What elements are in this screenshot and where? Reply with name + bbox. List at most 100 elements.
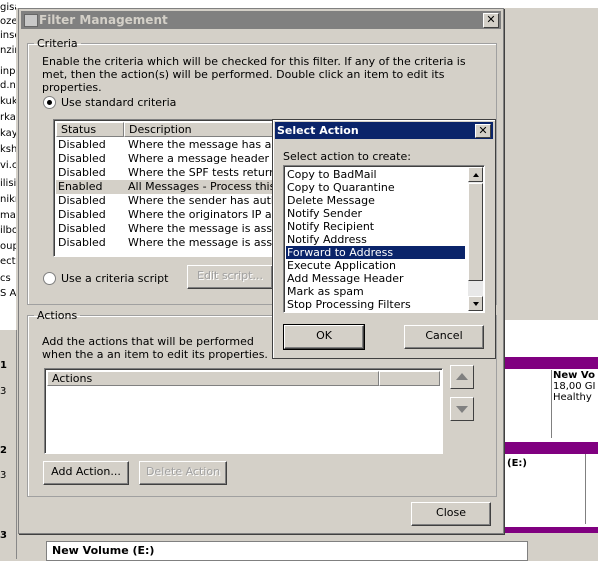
action-item[interactable]: Copy to Quarantine bbox=[286, 181, 465, 194]
criteria-script-label: Use a criteria script bbox=[61, 272, 169, 285]
criteria-row[interactable]: Disabled Where the message is associa bbox=[56, 236, 287, 250]
criteria-legend: Criteria bbox=[37, 37, 78, 50]
select-action-prompt: Select action to create: bbox=[283, 150, 411, 163]
criteria-row[interactable]: Disabled Where a message header con bbox=[56, 152, 287, 166]
disk-number: 1 bbox=[0, 360, 7, 371]
bg-text: rka bbox=[0, 112, 16, 123]
select-action-titlebar[interactable]: Select Action bbox=[275, 122, 493, 139]
criteria-script-radio[interactable] bbox=[43, 272, 56, 285]
add-action-button[interactable]: Add Action... bbox=[43, 461, 129, 485]
action-item[interactable]: Notify Sender bbox=[286, 207, 465, 220]
criteria-row[interactable]: Disabled Where the message is associa bbox=[56, 222, 287, 236]
bg-text: inpr bbox=[0, 66, 16, 77]
close-icon[interactable]: ✕ bbox=[475, 124, 491, 138]
arrow-down-icon bbox=[456, 406, 468, 413]
disk-volume-top: New Vo 18,00 GI Healthy bbox=[553, 370, 597, 430]
criteria-status: Disabled bbox=[58, 222, 106, 235]
action-list-scrollbar[interactable] bbox=[468, 167, 483, 311]
action-list[interactable]: Copy to BadMail Copy to Quarantine Delet… bbox=[283, 165, 485, 313]
partition-bar bbox=[497, 442, 598, 454]
action-item[interactable]: Mark as spam bbox=[286, 285, 465, 298]
volume-label: (E:) bbox=[507, 458, 527, 469]
criteria-row[interactable]: Disabled Where the originators IP addre bbox=[56, 208, 287, 222]
cancel-button[interactable]: Cancel bbox=[404, 325, 484, 349]
disk-number: 2 bbox=[0, 445, 7, 456]
criteria-status: Disabled bbox=[58, 138, 106, 151]
criteria-status: Disabled bbox=[58, 236, 106, 249]
delete-action-button[interactable]: Delete Action bbox=[139, 461, 227, 485]
chevron-down-icon bbox=[473, 302, 479, 306]
volume-size: 18,00 GI bbox=[553, 381, 596, 392]
disk-number: 3 bbox=[0, 530, 7, 541]
actions-column-header[interactable]: Actions bbox=[47, 371, 379, 386]
close-button[interactable]: Close bbox=[411, 502, 491, 526]
criteria-row[interactable]: Disabled Where the message has an att bbox=[56, 138, 287, 152]
actions-list[interactable]: Actions bbox=[44, 368, 443, 454]
action-item[interactable]: Execute Application bbox=[286, 259, 465, 272]
action-item[interactable]: Stop Processing Filters bbox=[286, 298, 465, 311]
criteria-desc: Where a message header con bbox=[128, 152, 274, 165]
bg-text: kuk bbox=[0, 96, 16, 107]
criteria-desc: Where the message has an att bbox=[128, 138, 274, 151]
bg-text: S A bbox=[0, 288, 16, 299]
action-item-selected[interactable]: Forward to Address bbox=[285, 245, 466, 260]
criteria-status: Disabled bbox=[58, 166, 106, 179]
actions-column-header-blank bbox=[379, 371, 440, 386]
bg-text: vi.c bbox=[0, 160, 16, 171]
background-top-strip bbox=[16, 0, 598, 8]
action-item[interactable]: Copy to BadMail bbox=[286, 168, 465, 181]
criteria-desc: Where the message is associa bbox=[128, 236, 274, 249]
scroll-down-button[interactable] bbox=[468, 296, 483, 311]
scroll-thumb[interactable] bbox=[468, 183, 483, 281]
criteria-desc: Where the originators IP addre bbox=[128, 208, 274, 221]
ok-button[interactable]: OK bbox=[283, 324, 365, 350]
action-item[interactable]: Delete Message bbox=[286, 194, 465, 207]
criteria-status: Disabled bbox=[58, 194, 106, 207]
criteria-desc: Where the sender has authent bbox=[128, 194, 274, 207]
bg-text: nzin bbox=[0, 45, 16, 56]
status-column-header[interactable]: Status bbox=[56, 122, 124, 137]
criteria-status: Disabled bbox=[58, 208, 106, 221]
action-item[interactable]: Notify Recipient bbox=[286, 220, 465, 233]
bg-text: gisayar.com.tr bbox=[0, 2, 16, 13]
volume-name: New Vo bbox=[553, 370, 595, 381]
bg-text: ksh bbox=[0, 144, 16, 155]
filter-dialog-titlebar[interactable]: Filter Management bbox=[21, 11, 501, 29]
bg-text: kay bbox=[0, 128, 16, 139]
select-action-dialog: Select Action ✕ Select action to create:… bbox=[272, 119, 496, 359]
disk-number: 3 bbox=[0, 470, 7, 481]
criteria-row[interactable]: Disabled Where the SPF tests return res bbox=[56, 166, 287, 180]
standard-criteria-radio[interactable] bbox=[43, 96, 56, 109]
bg-text: mai bbox=[0, 210, 16, 221]
bg-text: d.n bbox=[0, 80, 16, 91]
criteria-row[interactable]: Enabled All Messages - Process this filte bbox=[56, 180, 287, 194]
scroll-up-button[interactable] bbox=[468, 167, 483, 182]
action-item[interactable]: Notify Address bbox=[286, 233, 465, 246]
filter-dialog-title: Filter Management bbox=[39, 13, 168, 27]
background-top-right bbox=[500, 8, 598, 328]
move-up-button[interactable] bbox=[450, 365, 474, 389]
criteria-row[interactable]: Disabled Where the sender has authent bbox=[56, 194, 287, 208]
divider bbox=[551, 370, 552, 438]
volume-status: Healthy bbox=[553, 392, 592, 403]
partition-bar bbox=[497, 357, 598, 369]
select-action-title: Select Action bbox=[277, 124, 359, 137]
criteria-description: Enable the criteria which will be checke… bbox=[42, 55, 466, 94]
description-column-header[interactable]: Description bbox=[124, 122, 289, 137]
edit-script-button[interactable]: Edit script... bbox=[187, 265, 273, 289]
move-down-button[interactable] bbox=[450, 397, 474, 421]
volume-label: New Volume (E:) bbox=[52, 544, 155, 557]
action-item[interactable]: Add Message Header bbox=[286, 272, 465, 285]
close-icon[interactable]: ✕ bbox=[483, 13, 499, 28]
arrow-up-icon bbox=[456, 373, 468, 380]
criteria-list[interactable]: Status Description Disabled Where the mes… bbox=[53, 119, 290, 257]
filter-window-icon bbox=[24, 14, 38, 27]
background-disk-numbers: 1 3 2 3 3 bbox=[0, 330, 17, 559]
bg-text: ilisin bbox=[0, 178, 16, 189]
bg-text: oze bbox=[0, 16, 16, 27]
divider bbox=[585, 454, 586, 524]
bottom-volume-cell: New Volume (E:) bbox=[46, 541, 528, 561]
bg-text: nikn bbox=[0, 194, 16, 205]
background-bottom: New Volume (E:) bbox=[18, 533, 598, 561]
criteria-desc: All Messages - Process this filte bbox=[128, 180, 274, 193]
